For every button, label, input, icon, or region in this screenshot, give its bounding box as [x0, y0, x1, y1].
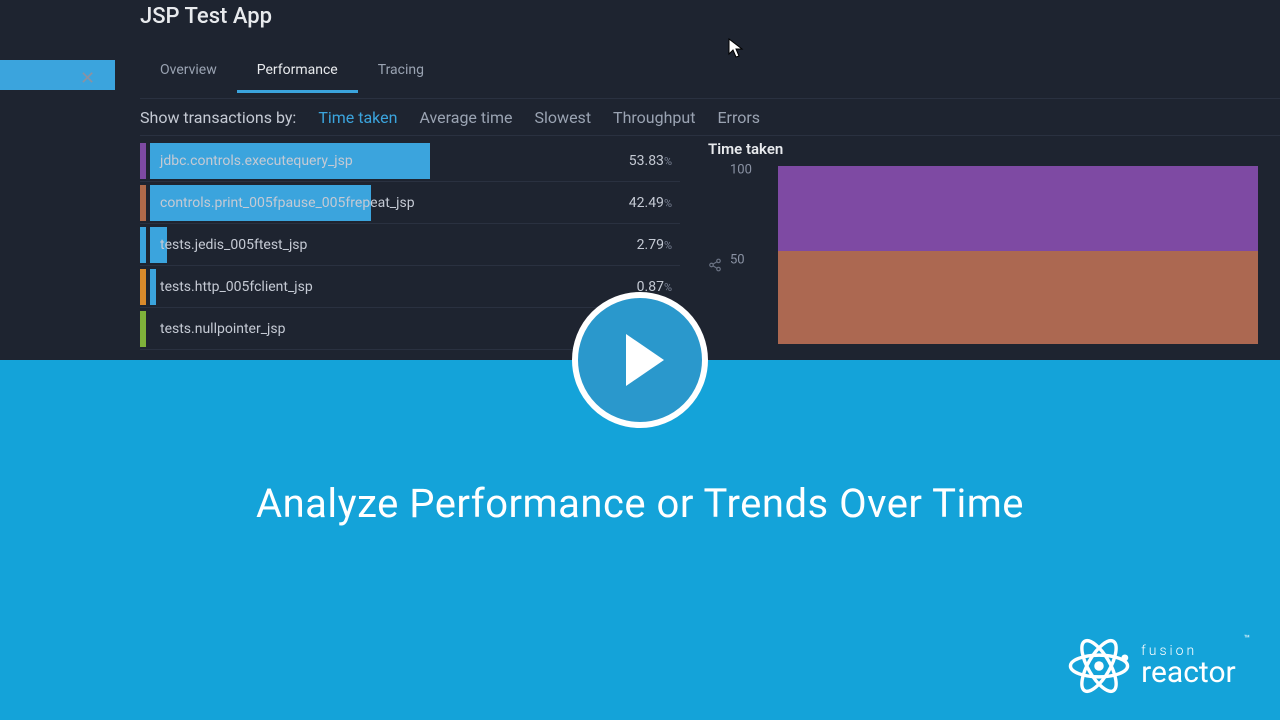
series-color-swatch [140, 227, 146, 263]
tab-performance[interactable]: Performance [237, 52, 358, 93]
transaction-name: controls.print_005fpause_005frepeat_jsp [160, 195, 415, 211]
series-color-swatch [140, 269, 146, 305]
chart-plot[interactable] [778, 166, 1258, 344]
filter-throughput[interactable]: Throughput [613, 108, 695, 127]
bar-fill [150, 269, 156, 305]
brand-text-bottom: reactor [1141, 658, 1236, 688]
promo-overlay: Analyze Performance or Trends Over Time … [0, 360, 1280, 720]
series-color-swatch [140, 185, 146, 221]
filter-time-taken[interactable]: Time taken [318, 108, 397, 127]
tab-bar: Overview Performance Tracing [140, 52, 444, 93]
transaction-name: tests.nullpointer_jsp [160, 321, 285, 337]
app-title: JSP Test App [140, 4, 272, 29]
series-color-swatch [140, 143, 146, 179]
close-icon[interactable]: ✕ [80, 68, 95, 89]
share-icon [708, 258, 722, 275]
series-layer-1 [778, 251, 1258, 344]
transaction-pct: 53.83% [629, 153, 672, 169]
y-tick-label: 100 [730, 163, 752, 178]
filter-label: Show transactions by: [140, 108, 296, 127]
cursor-icon [728, 38, 746, 64]
transaction-name: tests.jedis_005ftest_jsp [160, 237, 307, 253]
play-button[interactable] [572, 292, 708, 428]
filter-errors[interactable]: Errors [717, 108, 760, 127]
sidebar-active-marker [0, 60, 115, 90]
transaction-name: jdbc.controls.executequery_jsp [160, 153, 353, 169]
chart-box: 100 50 [698, 164, 1258, 344]
y-tick-label: 50 [730, 253, 745, 268]
chart-title: Time taken [708, 140, 1258, 158]
trademark-symbol: ™ [1244, 634, 1250, 645]
filter-bar: Show transactions by: Time taken Average… [140, 98, 1280, 136]
transaction-pct: 42.49% [629, 195, 672, 211]
promo-title: Analyze Performance or Trends Over Time [256, 480, 1024, 527]
filter-slowest[interactable]: Slowest [535, 108, 592, 127]
tab-tracing[interactable]: Tracing [358, 52, 444, 93]
atom-icon [1065, 632, 1133, 700]
brand-logo: fusion reactor ™ [1065, 632, 1250, 700]
table-row[interactable]: jdbc.controls.executequery_jsp 53.83% [140, 140, 680, 182]
table-row[interactable]: controls.print_005fpause_005frepeat_jsp … [140, 182, 680, 224]
transaction-pct: 2.79% [637, 237, 672, 253]
play-icon [626, 334, 664, 386]
tab-overview[interactable]: Overview [140, 52, 237, 93]
filter-average-time[interactable]: Average time [419, 108, 512, 127]
transaction-name: tests.http_005fclient_jsp [160, 279, 313, 295]
table-row[interactable]: tests.http_005fclient_jsp 0.87% [140, 266, 680, 308]
table-row[interactable]: tests.jedis_005ftest_jsp 2.79% [140, 224, 680, 266]
chart-area: Time taken 100 50 [698, 140, 1258, 350]
series-color-swatch [140, 311, 146, 347]
